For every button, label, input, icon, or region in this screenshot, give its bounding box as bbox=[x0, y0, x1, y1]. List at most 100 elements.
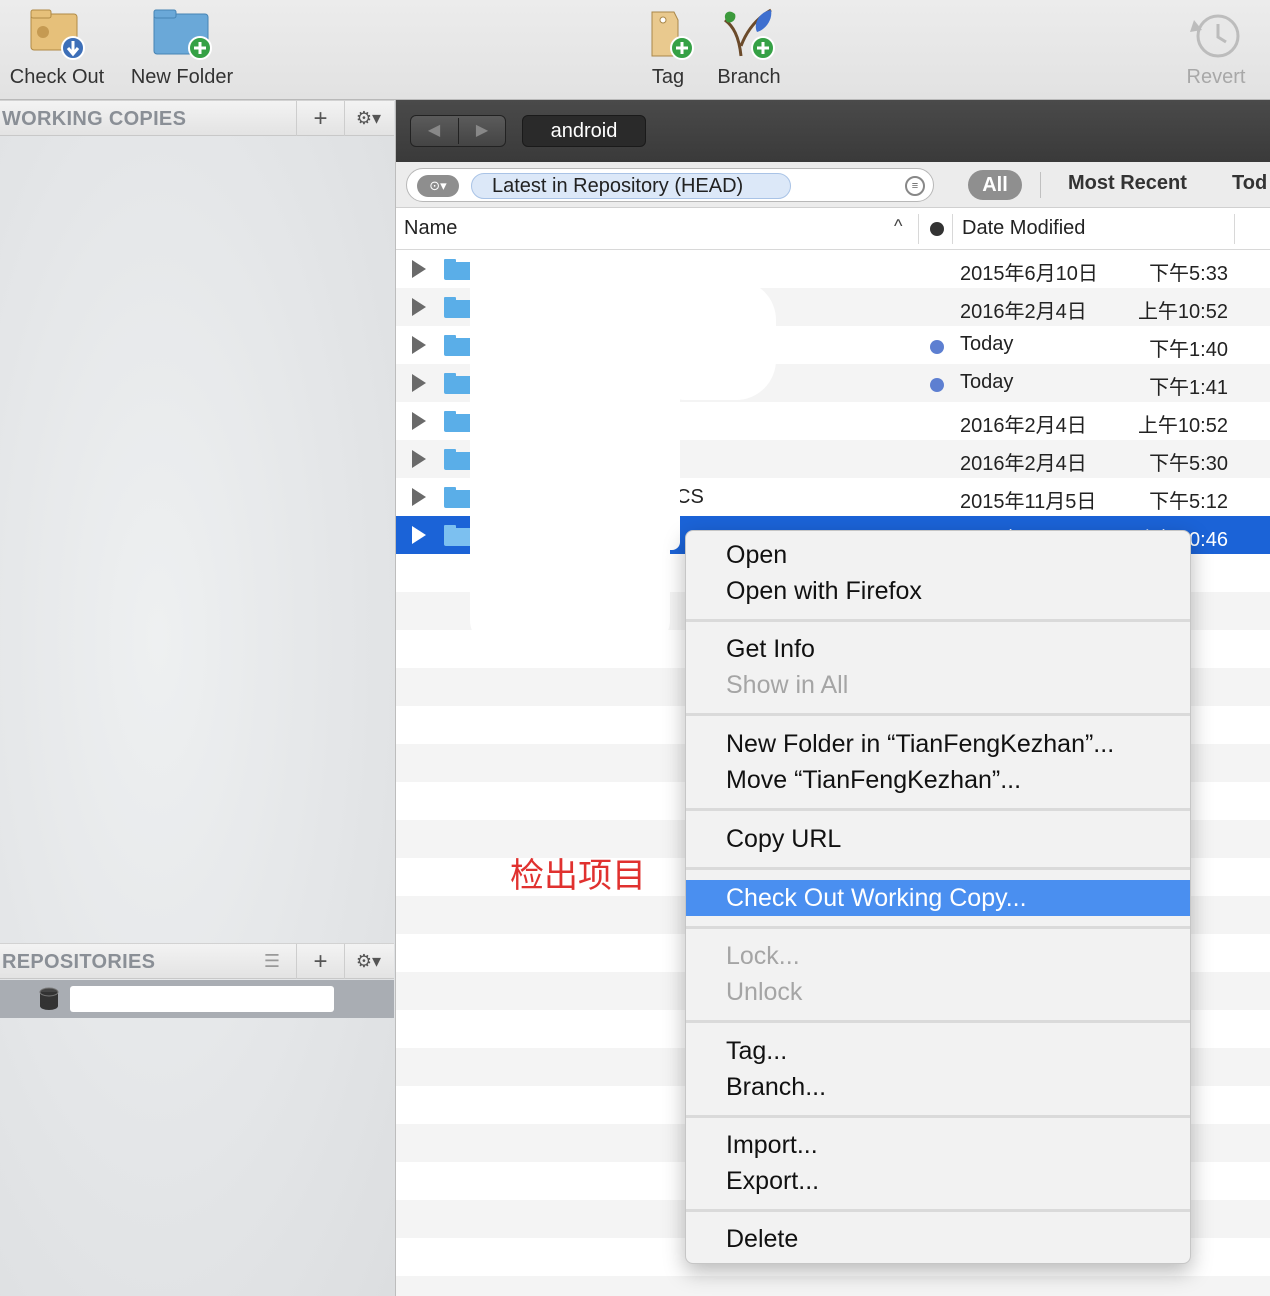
menu-separator bbox=[686, 1209, 1190, 1212]
date-modified: 2015年11月5日 bbox=[960, 491, 1097, 513]
menu-item-tag[interactable]: Tag... bbox=[686, 1033, 1190, 1069]
folder-icon bbox=[444, 525, 472, 546]
working-copies-title: WORKING COPIES bbox=[2, 108, 187, 130]
menu-item-move[interactable]: Move “TianFengKezhan”... bbox=[686, 762, 1190, 798]
scope-today-button[interactable]: Tod bbox=[1232, 172, 1267, 195]
menu-item-import[interactable]: Import... bbox=[686, 1127, 1190, 1163]
scope-all-button[interactable]: All bbox=[968, 170, 1022, 200]
breadcrumb-android[interactable]: android bbox=[522, 115, 646, 147]
new-folder-icon bbox=[153, 9, 212, 60]
status-column-header[interactable] bbox=[930, 222, 944, 236]
working-copies-gear-button[interactable]: ⚙▾ bbox=[344, 101, 392, 136]
time-modified: 下午1:41 bbox=[1149, 377, 1228, 399]
menu-item-export[interactable]: Export... bbox=[686, 1163, 1190, 1199]
menu-separator bbox=[686, 867, 1190, 870]
date-modified-column-header[interactable]: Date Modified bbox=[962, 217, 1085, 240]
disclosure-triangle-icon[interactable] bbox=[412, 298, 426, 316]
revert-icon bbox=[1190, 14, 1240, 58]
menu-separator bbox=[686, 713, 1190, 716]
folder-icon bbox=[444, 487, 472, 508]
check-out-label: Check Out bbox=[9, 66, 105, 88]
folder-icon bbox=[444, 297, 472, 318]
redaction-mask bbox=[470, 510, 670, 650]
folder-icon bbox=[444, 373, 472, 394]
menu-item-unlock[interactable]: Unlock bbox=[686, 974, 1190, 1010]
date-modified: 2016年2月4日 bbox=[960, 415, 1087, 437]
add-repository-button[interactable]: + bbox=[296, 944, 344, 979]
revert-button[interactable]: Revert bbox=[1180, 0, 1252, 100]
revert-label: Revert bbox=[1186, 66, 1246, 88]
disclosure-triangle-icon[interactable] bbox=[412, 374, 426, 392]
time-modified: 上午10:52 bbox=[1137, 301, 1228, 323]
back-button[interactable]: ◀ bbox=[411, 116, 457, 146]
menu-separator bbox=[686, 1020, 1190, 1023]
search-options-icon[interactable]: ⊙▾ bbox=[417, 175, 459, 197]
menu-item-check-out-working-copy[interactable]: Check Out Working Copy... bbox=[686, 880, 1190, 916]
scope-divider bbox=[1040, 172, 1041, 198]
column-divider bbox=[1234, 214, 1235, 244]
menu-item-copy-url[interactable]: Copy URL bbox=[686, 821, 1190, 857]
empty-row bbox=[396, 1276, 1270, 1296]
date-modified: 2016年2月4日 bbox=[960, 453, 1087, 475]
folder-icon bbox=[444, 449, 472, 470]
file-name: CS bbox=[676, 486, 704, 508]
folder-icon bbox=[444, 259, 472, 280]
nav-buttons: ◀ ▶ bbox=[410, 115, 506, 147]
time-modified: 下午5:12 bbox=[1149, 491, 1228, 513]
revision-search-field[interactable]: ⊙▾ Latest in Repository (HEAD) ≡ bbox=[406, 168, 934, 202]
toolbar: Check Out New Folder Tag Branch Revert bbox=[0, 0, 1270, 100]
menu-item-open-with-firefox[interactable]: Open with Firefox bbox=[686, 573, 1190, 609]
list-icon[interactable]: ≡ bbox=[905, 176, 925, 196]
check-out-icon bbox=[30, 9, 85, 60]
database-icon bbox=[39, 987, 59, 1010]
time-modified: 下午1:40 bbox=[1149, 339, 1228, 361]
disclosure-triangle-icon[interactable] bbox=[412, 412, 426, 430]
path-bar: ◀ ▶ android bbox=[396, 100, 1270, 162]
new-folder-button[interactable]: New Folder bbox=[122, 0, 242, 100]
scope-most-recent-button[interactable]: Most Recent bbox=[1068, 172, 1187, 195]
repositories-list-button[interactable]: ☰ bbox=[248, 944, 296, 979]
annotation-text: 检出项目 bbox=[510, 857, 646, 895]
repositories-gear-button[interactable]: ⚙▾ bbox=[344, 944, 392, 979]
menu-item-delete[interactable]: Delete bbox=[686, 1221, 1190, 1257]
folder-icon bbox=[444, 335, 472, 356]
check-out-button[interactable]: Check Out bbox=[0, 0, 114, 100]
menu-item-get-info[interactable]: Get Info bbox=[686, 631, 1190, 667]
date-modified: 2016年2月4日 bbox=[960, 301, 1087, 323]
time-modified: 下午5:33 bbox=[1149, 263, 1228, 285]
column-divider bbox=[952, 214, 953, 244]
filter-bar: ⊙▾ Latest in Repository (HEAD) ≡ All Mos… bbox=[396, 162, 1270, 208]
repository-item[interactable] bbox=[0, 980, 394, 1018]
disclosure-triangle-icon[interactable] bbox=[412, 488, 426, 506]
name-column-header[interactable]: Name bbox=[404, 217, 457, 240]
menu-separator bbox=[686, 619, 1190, 622]
tag-label: Tag bbox=[651, 66, 685, 88]
forward-button[interactable]: ▶ bbox=[459, 116, 505, 146]
new-folder-label: New Folder bbox=[130, 66, 234, 88]
menu-item-open[interactable]: Open bbox=[686, 537, 1190, 573]
menu-item-show-in-all[interactable]: Show in All bbox=[686, 667, 1190, 703]
add-working-copy-button[interactable]: + bbox=[296, 101, 344, 136]
menu-item-lock[interactable]: Lock... bbox=[686, 938, 1190, 974]
menu-item-branch[interactable]: Branch... bbox=[686, 1069, 1190, 1105]
tag-button[interactable]: Tag bbox=[638, 0, 698, 100]
branch-icon bbox=[724, 8, 775, 60]
column-divider bbox=[918, 214, 919, 244]
redaction-mask bbox=[470, 250, 680, 550]
menu-item-new-folder-in[interactable]: New Folder in “TianFengKezhan”... bbox=[686, 726, 1190, 762]
modified-status-dot bbox=[930, 378, 944, 392]
modified-status-dot bbox=[930, 340, 944, 354]
menu-separator bbox=[686, 926, 1190, 929]
revision-token[interactable]: Latest in Repository (HEAD) bbox=[471, 173, 791, 199]
date-modified: 2015年6月10日 bbox=[960, 263, 1098, 285]
sort-ascending-icon[interactable]: ^ bbox=[894, 216, 902, 237]
disclosure-triangle-icon[interactable] bbox=[412, 450, 426, 468]
repositories-title: REPOSITORIES bbox=[2, 951, 156, 973]
date-modified: Today bbox=[960, 333, 1014, 355]
branch-button[interactable]: Branch bbox=[710, 0, 788, 100]
working-copies-header: WORKING COPIES + ⚙▾ bbox=[0, 100, 394, 136]
disclosure-triangle-icon[interactable] bbox=[412, 336, 426, 354]
disclosure-triangle-icon[interactable] bbox=[412, 260, 426, 278]
disclosure-triangle-icon[interactable] bbox=[412, 526, 426, 544]
sidebar: WORKING COPIES + ⚙▾ REPOSITORIES ☰ + ⚙▾ bbox=[0, 100, 396, 1296]
